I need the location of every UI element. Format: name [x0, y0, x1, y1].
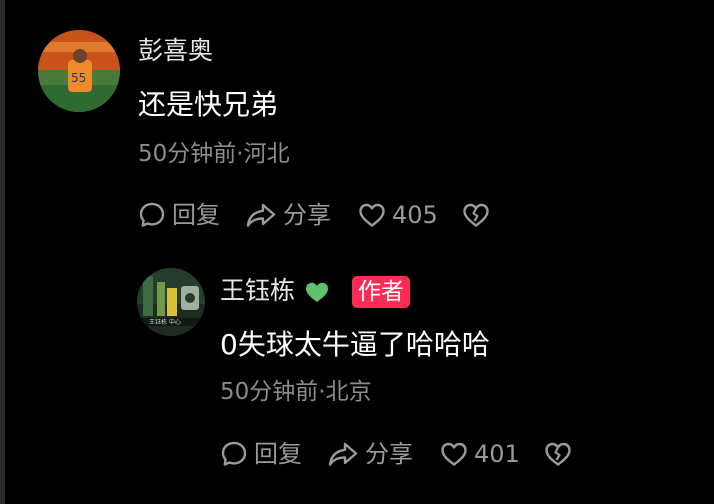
comment-meta: 50分钟前·河北 [138, 141, 290, 167]
reply-reply-button[interactable]: 回复 [220, 439, 302, 469]
comment-bubble-icon [221, 441, 247, 466]
replier-name[interactable]: 王钰栋 [220, 276, 295, 306]
reply-text: 0失球太牛逼了哈哈哈 [220, 328, 490, 361]
reply-like-count: 401 [474, 440, 520, 468]
comment-location: 河北 [243, 141, 290, 167]
replier-avatar[interactable]: 王钰栋 中心 [137, 268, 205, 336]
green-heart-icon [306, 282, 328, 302]
reply-reply-label: 回复 [254, 440, 302, 468]
dislike-button[interactable] [462, 202, 490, 228]
broken-heart-icon [463, 203, 489, 227]
reply-like-button[interactable]: 401 [440, 439, 520, 469]
comment-actions: 回复 分享 405 [138, 200, 490, 230]
reply-button[interactable]: 回复 [138, 200, 220, 230]
author-badge: 作者 [352, 276, 410, 308]
share-arrow-icon [328, 442, 358, 466]
left-edge-strip [0, 0, 5, 504]
comment-bubble-icon [139, 202, 165, 227]
commenter-avatar[interactable]: 55 [38, 30, 120, 112]
comment-text: 还是快兄弟 [138, 88, 279, 121]
reply-label: 回复 [172, 201, 220, 229]
broken-heart-icon [545, 442, 571, 466]
reply-dislike-button[interactable] [544, 441, 572, 467]
reply-location: 北京 [325, 379, 372, 405]
reply-time: 50分钟前 [220, 379, 319, 405]
share-button[interactable]: 分享 [245, 200, 331, 230]
like-count: 405 [392, 201, 438, 229]
share-label: 分享 [283, 201, 331, 229]
heart-icon [441, 442, 467, 466]
heart-icon [359, 203, 385, 227]
svg-text:王钰栋 中心: 王钰栋 中心 [149, 318, 181, 326]
share-arrow-icon [246, 203, 276, 227]
svg-text:55: 55 [71, 71, 86, 85]
reply-meta: 50分钟前·北京 [220, 379, 372, 405]
commenter-name[interactable]: 彭喜奥 [138, 36, 213, 66]
comment-time: 50分钟前 [138, 141, 237, 167]
like-button[interactable]: 405 [358, 200, 438, 230]
reply-actions: 回复 分享 401 [220, 439, 572, 469]
reply-share-label: 分享 [365, 440, 413, 468]
reply-share-button[interactable]: 分享 [327, 439, 413, 469]
